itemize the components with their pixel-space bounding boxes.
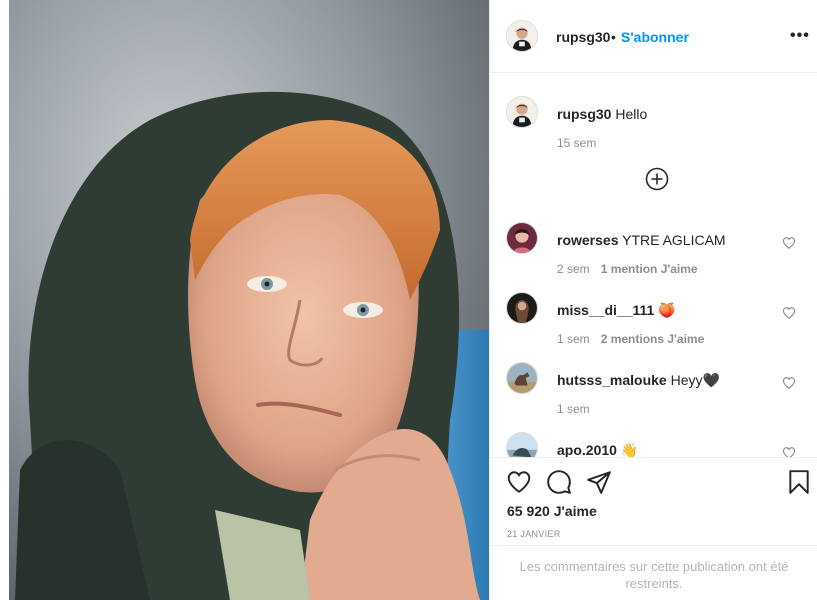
comment-meta: 1 sem 2 mentions J'aime — [557, 332, 704, 346]
comment-time: 2 sem — [557, 262, 590, 276]
comment-time: 1 sem — [557, 332, 590, 346]
more-options-button[interactable]: ••• — [790, 27, 810, 45]
comment-time: 1 sem — [557, 402, 590, 416]
bookmark-icon[interactable] — [786, 469, 812, 495]
comment-meta: 2 sem 1 mention J'aime — [557, 262, 698, 276]
heart-outline-icon[interactable] — [782, 236, 796, 250]
comments-restricted-notice: Les commentaires sur cette publication o… — [490, 545, 817, 600]
comment-avatar[interactable] — [506, 222, 538, 254]
post-side-panel: rupsg30 • S'abonner ••• rupsg30 Hello 15… — [489, 0, 817, 600]
caption-avatar[interactable] — [506, 96, 538, 128]
paper-plane-icon[interactable] — [586, 469, 612, 495]
comment-username[interactable]: miss__di__111 — [557, 302, 654, 318]
comment-text: miss__di__111 🍑 — [557, 301, 676, 319]
comment-text: rowerses YTRE AGLICAM — [557, 231, 726, 249]
comment-username[interactable]: hutsss_malouke — [557, 372, 667, 388]
page-margin — [0, 0, 9, 600]
heart-outline-icon[interactable] — [782, 376, 796, 390]
comment-text: apo.2010 👋 — [557, 441, 638, 457]
caption-time: 15 sem — [557, 136, 597, 150]
speech-bubble-icon[interactable] — [546, 469, 572, 495]
post-photo[interactable] — [0, 0, 489, 600]
comment-username[interactable]: rowerses — [557, 232, 618, 248]
author-username[interactable]: rupsg30 — [556, 29, 610, 45]
comment-likes[interactable]: 2 mentions J'aime — [601, 332, 705, 346]
post-date[interactable]: 21 JANVIER — [507, 529, 561, 539]
post-actions: 65 920 J'aime 21 JANVIER — [490, 457, 817, 545]
post-image — [0, 0, 489, 600]
comment-avatar[interactable] — [506, 432, 538, 457]
comment-body: YTRE AGLICAM — [622, 232, 726, 248]
comment-likes[interactable]: 1 mention J'aime — [601, 262, 698, 276]
comment-text: hutsss_malouke Heyy🖤 — [557, 371, 720, 389]
heart-outline-icon[interactable] — [506, 469, 532, 495]
comment-body: 🍑 — [658, 302, 676, 318]
caption-username[interactable]: rupsg30 — [557, 106, 611, 122]
comment-body: Heyy🖤 — [670, 372, 720, 388]
plus-circle-icon[interactable] — [645, 167, 669, 191]
comment-meta: 1 sem — [557, 402, 590, 416]
comment-avatar[interactable] — [506, 362, 538, 394]
author-avatar[interactable] — [506, 20, 538, 52]
post-header: rupsg30 • S'abonner ••• — [490, 0, 817, 73]
comments-list[interactable]: rupsg30 Hello 15 sem rowerses YTRE AGLIC… — [490, 74, 817, 457]
comment-avatar[interactable] — [506, 292, 538, 324]
caption-body: Hello — [615, 106, 648, 122]
heart-outline-icon[interactable] — [782, 446, 796, 457]
likes-count[interactable]: 65 920 J'aime — [507, 503, 597, 519]
comment-body: 👋 — [620, 442, 639, 457]
comment-username[interactable]: apo.2010 — [557, 442, 617, 457]
heart-outline-icon[interactable] — [782, 306, 796, 320]
caption-text: rupsg30 Hello — [557, 105, 647, 123]
separator-dot: • — [611, 29, 616, 45]
follow-button[interactable]: S'abonner — [621, 29, 689, 45]
